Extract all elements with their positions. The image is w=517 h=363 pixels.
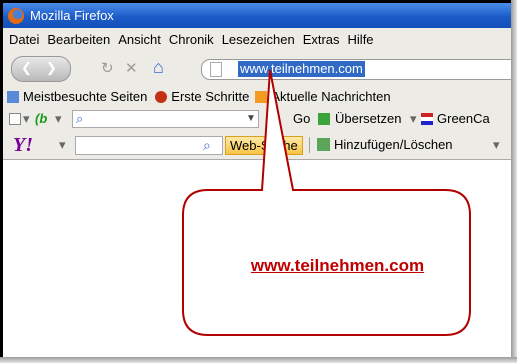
address-bar[interactable]: www.teilnehmen.com — [201, 59, 514, 80]
stop-icon[interactable]: ✕ — [125, 59, 138, 77]
menu-chronik[interactable]: Chronik — [169, 32, 214, 47]
page-icon — [210, 62, 222, 77]
bookmarks-toolbar: Meistbesuchte Seiten Erste Schritte Aktu… — [3, 86, 514, 107]
forward-arrow-icon[interactable]: ❯ — [46, 60, 57, 76]
back-arrow-icon[interactable]: ❮ — [21, 60, 32, 76]
yahoo-dropdown-icon[interactable]: ▾ — [59, 137, 66, 153]
web-search-button[interactable]: Web-Suche — [225, 136, 303, 155]
toolbar-logo-icon[interactable]: (b — [35, 111, 47, 126]
url-text[interactable]: www.teilnehmen.com — [238, 61, 365, 77]
title-bar: Mozilla Firefox — [3, 3, 514, 28]
bookmark-aktuelle-nachrichten[interactable]: Aktuelle Nachrichten — [255, 89, 391, 104]
firefox-bookmark-icon — [155, 90, 168, 103]
bookmark-meistbesuchte[interactable]: Meistbesuchte Seiten — [7, 89, 147, 104]
add-icon — [317, 138, 330, 151]
search-magnifier-icon[interactable]: ⌕ — [203, 137, 211, 154]
add-remove-dropdown-icon[interactable]: ▾ — [493, 137, 500, 153]
rss-feed-icon — [255, 90, 268, 103]
dropdown-icon-2[interactable]: ▾ — [55, 111, 62, 127]
back-forward-buttons[interactable]: ❮ ❯ — [11, 56, 71, 82]
flag-icon — [421, 113, 433, 125]
firefox-logo-icon — [8, 7, 24, 24]
translate-button[interactable]: Übersetzen — [335, 111, 401, 126]
toolbar-menu-icon[interactable] — [9, 113, 21, 125]
add-remove-button[interactable]: Hinzufügen/Löschen — [334, 137, 453, 152]
secondary-toolbar: ▾ (b ▾ ⌕ ▼ │ Go Übersetzen ▾ GreenCa — [3, 107, 514, 131]
menu-extras[interactable]: Extras — [303, 32, 340, 47]
browser-window: Mozilla Firefox Datei Bearbeiten Ansicht… — [0, 0, 514, 360]
yahoo-logo[interactable]: Y! — [13, 134, 33, 157]
menu-ansicht[interactable]: Ansicht — [118, 32, 161, 47]
bookmark-folder-icon — [7, 90, 19, 103]
greencard-button[interactable]: GreenCa — [437, 111, 490, 126]
window-shadow-right — [511, 0, 517, 363]
dropdown-icon[interactable]: ▾ — [23, 111, 30, 127]
bookmark-erste-schritte[interactable]: Erste Schritte — [155, 89, 249, 104]
reload-icon[interactable]: ↻ — [101, 59, 114, 77]
translate-dropdown-icon[interactable]: ▾ — [410, 111, 417, 127]
menu-hilfe[interactable]: Hilfe — [348, 32, 374, 47]
search-dropdown-icon[interactable]: ▼ — [246, 113, 256, 124]
menu-bar: Datei Bearbeiten Ansicht Chronik Lesezei… — [3, 28, 514, 50]
separator-icon: │ — [265, 111, 274, 126]
home-icon[interactable]: ⌂ — [153, 57, 164, 78]
search-icon: ⌕ — [76, 111, 84, 126]
yahoo-search-input[interactable] — [75, 136, 223, 155]
yahoo-toolbar: Y! ▾ ⌕ Web-Suche │ Hinzufügen/Löschen ▾ — [3, 131, 514, 160]
translate-icon — [318, 113, 330, 125]
menu-datei[interactable]: Datei — [9, 32, 39, 47]
navigation-toolbar: ❮ ❯ ↻ ✕ ⌂ www.teilnehmen.com — [3, 50, 514, 86]
menu-lesezeichen[interactable]: Lesezeichen — [222, 32, 295, 47]
window-title: Mozilla Firefox — [30, 8, 114, 23]
toolbar-search-input[interactable] — [72, 110, 259, 128]
go-button[interactable]: Go — [293, 111, 310, 126]
separator-icon-2: │ — [306, 137, 315, 152]
window-shadow-bottom — [0, 357, 517, 363]
callout-text[interactable]: www.teilnehmen.com — [210, 256, 465, 276]
menu-bearbeiten[interactable]: Bearbeiten — [47, 32, 110, 47]
